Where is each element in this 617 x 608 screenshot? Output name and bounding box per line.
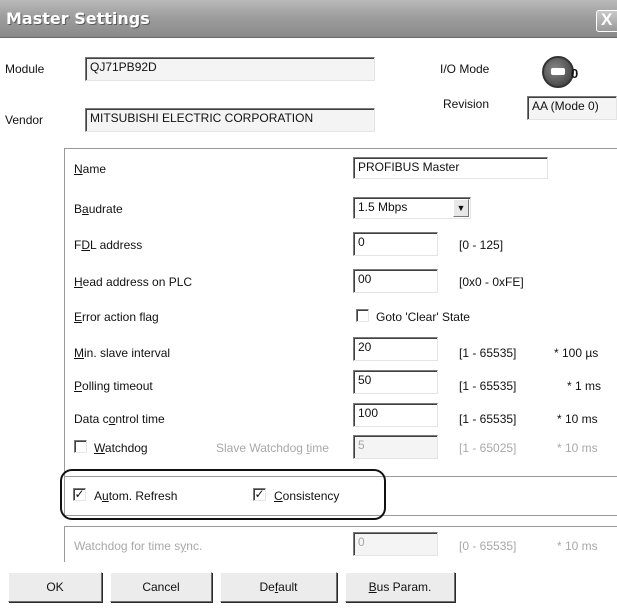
close-button[interactable]: X	[596, 10, 617, 32]
close-icon: X	[601, 10, 613, 29]
goto-clear-checkbox[interactable]	[356, 309, 369, 322]
watchdog-checkbox[interactable]	[74, 440, 87, 453]
time-sync-input[interactable]: 0	[353, 532, 438, 556]
default-button[interactable]: Default	[220, 572, 337, 602]
module-label: Module	[5, 62, 45, 76]
revision-label: Revision	[443, 97, 490, 111]
polling-timeout-range: [1 - 65535]	[459, 379, 517, 393]
ok-button[interactable]: OK	[8, 572, 102, 602]
data-control-time-label: Data control time	[74, 412, 165, 426]
polling-timeout-unit: * 1 ms	[567, 379, 602, 393]
window-title: Master Settings	[6, 9, 150, 28]
slave-watchdog-time-range: [1 - 65025]	[459, 441, 517, 455]
fdl-address-label: FDL address	[74, 238, 143, 252]
io-mode-label: I/O Mode	[440, 62, 490, 76]
data-control-time-range: [1 - 65535]	[459, 412, 517, 426]
polling-timeout-label: Polling timeout	[74, 379, 153, 393]
fdl-address-range: [0 - 125]	[459, 238, 504, 252]
head-address-input[interactable]: 00	[353, 269, 438, 293]
watchdog-label: Watchdog	[94, 441, 148, 455]
goto-clear-label: Goto 'Clear' State	[376, 310, 470, 324]
vendor-field: MITSUBISHI ELECTRIC CORPORATION	[85, 108, 375, 132]
title-bar: Master Settings X	[0, 0, 617, 38]
data-control-time-input[interactable]: 100	[353, 403, 438, 427]
polling-timeout-input[interactable]: 50	[353, 370, 438, 394]
min-slave-interval-label: Min. slave interval	[74, 346, 171, 360]
revision-field: AA (Mode 0)	[527, 96, 617, 120]
baudrate-label: Baudrate	[74, 202, 123, 216]
slave-watchdog-time-label: Slave Watchdog time	[216, 441, 329, 455]
bus-param-button[interactable]: Bus Param.	[345, 572, 455, 602]
name-label: Name	[74, 162, 107, 176]
cancel-button[interactable]: Cancel	[110, 572, 212, 602]
slave-watchdog-time-input[interactable]: 5	[353, 435, 438, 459]
vendor-label: Vendor	[5, 113, 44, 127]
highlight-outline	[60, 469, 386, 520]
min-slave-interval-input[interactable]: 20	[353, 337, 438, 361]
io-mode-value: 0	[571, 66, 579, 81]
io-mode-knob-indicator	[551, 68, 565, 75]
module-field: QJ71PB92D	[85, 57, 375, 81]
time-sync-range: [0 - 65535]	[459, 539, 517, 553]
head-address-range: [0x0 - 0xFE]	[459, 275, 524, 289]
time-sync-unit: * 10 ms	[557, 539, 598, 553]
slave-watchdog-time-unit: * 10 ms	[557, 441, 598, 455]
name-input[interactable]: PROFIBUS Master	[353, 157, 548, 179]
error-action-label: Error action flag	[74, 310, 159, 324]
fdl-address-input[interactable]: 0	[353, 232, 438, 256]
baudrate-select[interactable]: 1.5 Mbps ▼	[353, 197, 471, 219]
chevron-down-icon[interactable]: ▼	[453, 199, 469, 217]
data-control-time-unit: * 10 ms	[557, 412, 598, 426]
min-slave-interval-range: [1 - 65535]	[459, 346, 517, 360]
time-sync-label: Watchdog for time sync.	[74, 539, 203, 553]
min-slave-interval-unit: * 100 µs	[554, 346, 599, 360]
head-address-label: Head address on PLC	[74, 275, 193, 289]
